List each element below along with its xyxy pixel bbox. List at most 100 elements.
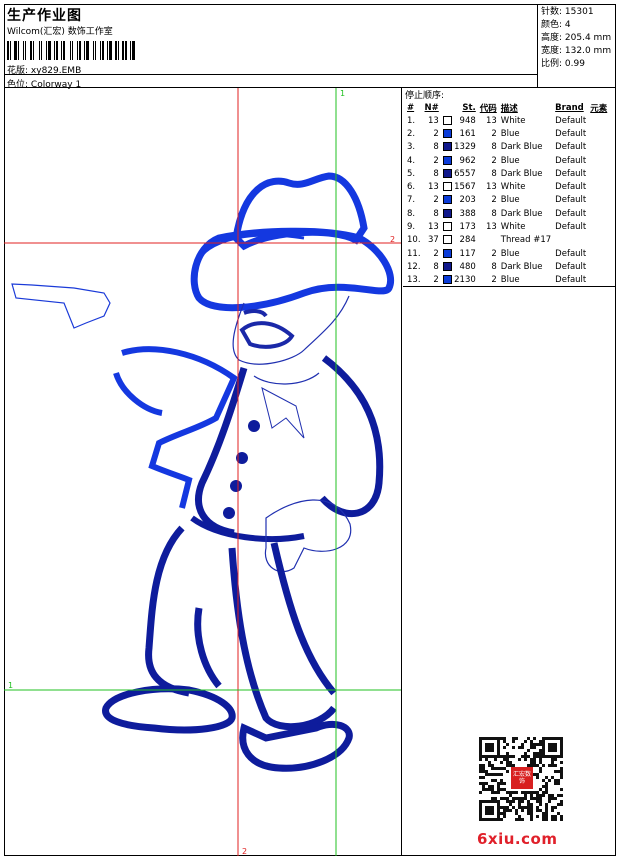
color-swatch <box>442 128 452 138</box>
column-header[interactable]: 元素 <box>588 101 609 114</box>
thread-description: Blue <box>500 195 520 206</box>
stitch-count: 161 <box>441 127 478 140</box>
column-header[interactable]: N# <box>423 101 441 114</box>
stitch-count-value: 203 <box>459 195 476 206</box>
row-index: 12. <box>407 261 421 272</box>
thread-brand: Default <box>555 155 587 166</box>
thread-brand <box>553 234 588 247</box>
table-header: # N# St. 代码 描述 Brand 元素 <box>405 101 609 114</box>
table-body: 1. 13 948 13 White Default 2. 2 161 2 Blue Default 3… <box>405 114 609 287</box>
needle-number: 2 <box>433 195 439 206</box>
color-swatch <box>442 275 452 285</box>
stitch-count-value: 480 <box>459 261 476 272</box>
table-row[interactable]: 2. 2 161 2 Blue Default <box>405 127 609 140</box>
stitch-count: 948 <box>441 114 478 127</box>
table-divider <box>403 286 616 287</box>
stitch-count-value: 284 <box>459 235 476 246</box>
table-row[interactable]: 4. 2 962 2 Blue Default <box>405 154 609 167</box>
color-swatch <box>442 208 452 218</box>
row-index: 3. <box>407 142 416 153</box>
thread-brand: Default <box>555 222 587 233</box>
qr-code: 汇宏数饰 <box>479 737 563 821</box>
table-row[interactable]: 7. 2 203 2 Blue Default <box>405 194 609 207</box>
needle-number: 2 <box>433 275 439 286</box>
leg-right-outer <box>270 542 337 696</box>
column-header[interactable]: # <box>405 101 423 114</box>
design-preview: 1 2 1 2 <box>4 88 401 856</box>
collar <box>253 372 320 385</box>
needle-number: 13 <box>427 115 439 126</box>
thread-description: Dark Blue <box>500 168 543 179</box>
design-canvas[interactable]: 1 2 1 2 <box>4 88 402 856</box>
stat-label: 宽度: <box>541 46 563 56</box>
thread-code: 8 <box>491 208 497 219</box>
needle-number: 2 <box>433 248 439 259</box>
thread-brand: Default <box>555 261 587 272</box>
column-header[interactable]: St. <box>441 101 478 114</box>
table-row[interactable]: 3. 8 1329 8 Dark Blue Default <box>405 141 609 154</box>
stitch-count-value: 173 <box>459 222 476 233</box>
thread-code: 13 <box>485 222 497 233</box>
button-3 <box>230 480 242 492</box>
thread-description: Thread #17 <box>500 235 552 246</box>
thread-description: Blue <box>500 275 520 286</box>
table-row[interactable]: 8. 8 388 8 Dark Blue Default <box>405 207 609 220</box>
stat-label: 颜色: <box>541 20 563 30</box>
thread-description: White <box>500 182 526 193</box>
stitch-count-value: 388 <box>459 208 476 219</box>
stitch-count: 1329 <box>441 141 478 154</box>
thread-description: Blue <box>500 248 520 259</box>
thread-brand: Default <box>555 248 587 259</box>
column-header[interactable]: 描述 <box>499 101 553 114</box>
mustache <box>239 321 295 349</box>
thread-code: 2 <box>491 195 497 206</box>
table-row[interactable]: 11. 2 117 2 Blue Default <box>405 247 609 260</box>
button-1 <box>248 420 260 432</box>
table-row[interactable]: 9. 13 173 13 White Default <box>405 220 609 233</box>
sheet-title: 生产作业图 <box>7 8 82 24</box>
table-row[interactable]: 5. 8 6557 8 Dark Blue Default <box>405 167 609 180</box>
barcode <box>7 41 157 60</box>
table-row[interactable]: 13. 2 2130 2 Blue Default <box>405 274 609 287</box>
stat-value: 15301 <box>564 7 594 17</box>
row-index: 9. <box>407 222 416 233</box>
thread-code: 2 <box>491 248 497 259</box>
stat-stitches: 针数: 15301 <box>541 6 611 19</box>
pointing-hand <box>11 283 111 329</box>
row-index: 1. <box>407 115 416 126</box>
table-row[interactable]: 6. 13 1567 13 White Default <box>405 180 609 193</box>
stitch-count-value: 1567 <box>454 182 476 193</box>
thread-description: Dark Blue <box>500 261 543 272</box>
needle-number: 8 <box>433 261 439 272</box>
thread-code: 8 <box>491 142 497 153</box>
thread-description: White <box>500 222 526 233</box>
row-index: 13. <box>407 275 421 286</box>
table-row[interactable]: 12. 8 480 8 Dark Blue Default <box>405 260 609 273</box>
color-swatch <box>442 248 452 258</box>
guide-label-v2: 2 <box>242 847 247 856</box>
button-4 <box>223 507 235 519</box>
stitch-count: 117 <box>441 247 478 260</box>
qr-seal: 汇宏数饰 <box>511 767 533 789</box>
row-index: 4. <box>407 155 416 166</box>
stitch-count: 173 <box>441 220 478 233</box>
color-swatch <box>442 155 452 165</box>
row-index: 5. <box>407 168 416 179</box>
guide-label-v1: 1 <box>340 89 345 98</box>
thread-code: 2 <box>491 275 497 286</box>
stop-sequence-title: 停止顺序: <box>405 91 445 101</box>
stat-height: 高度: 205.4 mm <box>541 32 611 45</box>
needle-number: 8 <box>433 142 439 153</box>
needle-number: 13 <box>427 222 439 233</box>
column-header[interactable]: 代码 <box>478 101 499 114</box>
row-index: 2. <box>407 128 416 139</box>
column-header[interactable]: Brand <box>553 101 588 114</box>
stitch-count-value: 948 <box>459 115 476 126</box>
row-index: 6. <box>407 182 416 193</box>
stat-width: 宽度: 132.0 mm <box>541 45 611 58</box>
table-row[interactable]: 10. 37 284 Thread #17 <box>405 234 609 247</box>
row-index: 7. <box>407 195 416 206</box>
table-row[interactable]: 1. 13 948 13 White Default <box>405 114 609 127</box>
vest-left <box>195 366 248 537</box>
thread-description: Dark Blue <box>500 208 543 219</box>
